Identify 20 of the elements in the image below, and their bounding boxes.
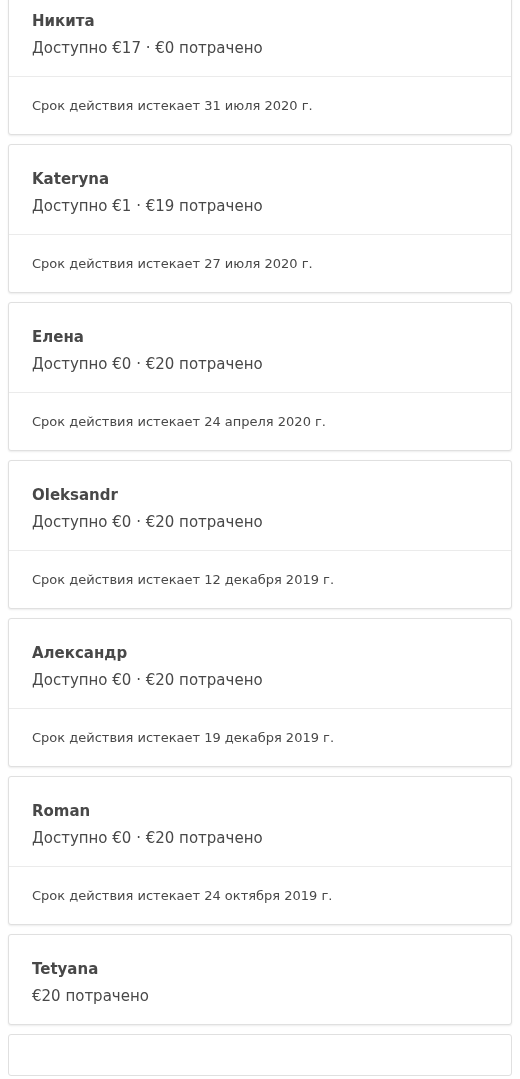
balance-text: Доступно €1 · €19 потрачено: [32, 196, 264, 216]
person-name: Tetyana: [32, 959, 100, 979]
expiry-text: Срок действия истекает 31 июля 2020 г.: [9, 76, 511, 134]
expiry-text: Срок действия истекает 19 декабря 2019 г.: [9, 708, 511, 766]
person-name: Roman: [32, 801, 92, 821]
balance-text: Доступно €0 · €20 потрачено: [32, 828, 264, 848]
person-name: Kateryna: [32, 169, 111, 189]
expiry-text: Срок действия истекает 27 июля 2020 г.: [9, 234, 511, 292]
balance-text: Доступно €17 · €0 потрачено: [32, 38, 264, 58]
expiry-text: Срок действия истекает 24 апреля 2020 г.: [9, 392, 511, 450]
person-name: Никита: [32, 11, 96, 31]
balance-text: Доступно €0 · €20 потрачено: [32, 512, 264, 532]
balance-text: Доступно €0 · €20 потрачено: [32, 670, 264, 690]
expiry-text: Срок действия истекает 12 декабря 2019 г.: [9, 550, 511, 608]
person-name: Александр: [32, 643, 129, 663]
balance-text: Доступно €0 · €20 потрачено: [32, 354, 264, 374]
expiry-text: Срок действия истекает 24 октября 2019 г.: [9, 866, 511, 924]
balance-text: €20 потрачено: [32, 986, 150, 1006]
person-name: Oleksandr: [32, 485, 119, 505]
person-name: Елена: [32, 327, 85, 347]
